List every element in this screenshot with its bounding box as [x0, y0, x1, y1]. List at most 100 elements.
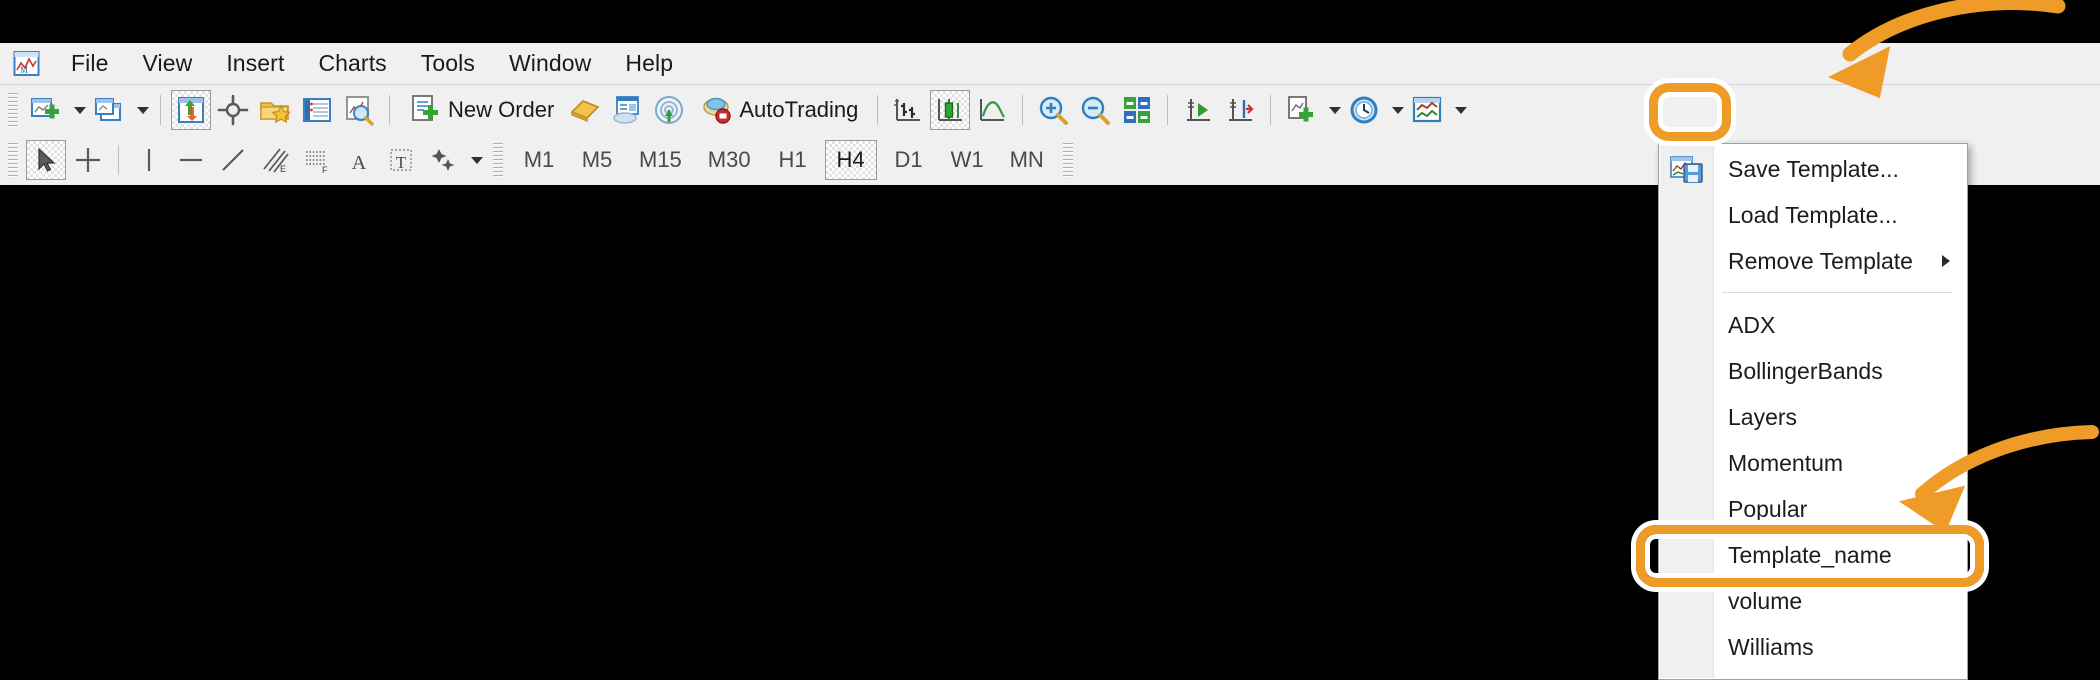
candlestick-chart-icon [934, 94, 966, 126]
new-order-icon [409, 94, 441, 126]
mql5-community-button[interactable] [607, 90, 647, 130]
profiles-button[interactable] [89, 90, 129, 130]
menu-item-momentum[interactable]: Momentum [1660, 440, 1966, 486]
menu-item-volume[interactable]: volume [1660, 578, 1966, 624]
navigator-button[interactable] [255, 90, 295, 130]
equidistant-channel-tool[interactable]: E [255, 140, 295, 180]
chevron-down-icon[interactable] [1329, 106, 1342, 114]
templates-button[interactable] [1407, 90, 1447, 130]
menu-item-label: Williams [1728, 633, 1814, 660]
menu-item-label: Popular [1728, 495, 1808, 522]
chevron-down-icon[interactable] [1392, 106, 1405, 114]
chart-shift-icon [1224, 94, 1256, 126]
horizontal-line-icon [176, 145, 206, 175]
periods-button[interactable] [1344, 90, 1384, 130]
tile-windows-icon [1121, 94, 1153, 126]
menu-insert[interactable]: Insert [209, 46, 301, 81]
timeframe-m5[interactable]: M5 [571, 140, 623, 180]
bar-chart-button[interactable] [888, 90, 928, 130]
chevron-down-icon[interactable] [471, 156, 483, 164]
timeframe-d1[interactable]: D1 [883, 140, 935, 180]
standard-toolbar: New Order AutoTrading [0, 85, 2100, 135]
horizontal-line-tool[interactable] [171, 140, 211, 180]
chevron-down-icon[interactable] [137, 106, 149, 114]
menu-item-save-template[interactable]: Save Template... [1660, 146, 1966, 192]
toolbar-separator [1167, 95, 1169, 125]
menu-item-williams[interactable]: Williams [1660, 624, 1966, 670]
crosshair-tool[interactable] [68, 140, 108, 180]
menu-bar-items: File View Insert Charts Tools Window Help [54, 46, 690, 81]
menu-item-adx[interactable]: ADX [1660, 302, 1966, 348]
terminal-button[interactable] [297, 90, 337, 130]
mql5-community-icon [611, 94, 643, 126]
cursor-tool[interactable] [26, 140, 66, 180]
data-window-button[interactable] [213, 90, 253, 130]
tile-windows-button[interactable] [1117, 90, 1157, 130]
menu-item-layers[interactable]: Layers [1660, 394, 1966, 440]
autotrading-button[interactable]: AutoTrading [691, 90, 867, 130]
toolbar-grip[interactable] [1062, 143, 1073, 177]
text-icon: A [344, 145, 374, 175]
new-chart-button[interactable] [26, 90, 66, 130]
chevron-down-icon[interactable] [1455, 106, 1468, 114]
strategy-tester-button[interactable] [339, 90, 379, 130]
fibonacci-retracement-tool[interactable]: F [297, 140, 337, 180]
tester-magnifier-icon [343, 94, 375, 126]
menu-item-remove-template[interactable]: Remove Template [1660, 238, 1966, 284]
zoom-in-icon [1037, 94, 1069, 126]
menu-item-load-template[interactable]: Load Template... [1660, 192, 1966, 238]
fibonacci-icon: F [302, 145, 332, 175]
menu-item-label: BollingerBands [1728, 357, 1883, 384]
zoom-out-button[interactable] [1075, 90, 1115, 130]
timeframe-m30[interactable]: M30 [698, 140, 761, 180]
toolbar-separator [1270, 95, 1272, 125]
timeframe-w1[interactable]: W1 [941, 140, 994, 180]
vertical-line-tool[interactable] [129, 140, 169, 180]
zoom-in-button[interactable] [1033, 90, 1073, 130]
auto-scroll-button[interactable] [1178, 90, 1218, 130]
chevron-down-icon[interactable] [74, 106, 86, 114]
menu-item-label: Save Template... [1728, 155, 1899, 182]
menu-file[interactable]: File [54, 46, 125, 81]
standard-toolbar-items: New Order AutoTrading [25, 90, 1469, 130]
line-studies-items: EFAT [25, 140, 485, 180]
submenu-arrow-icon [1942, 255, 1950, 267]
metaeditor-button[interactable] [565, 90, 605, 130]
trendline-tool[interactable] [213, 140, 253, 180]
shapes-tool[interactable] [423, 140, 463, 180]
timeframe-h1[interactable]: H1 [767, 140, 819, 180]
timeframe-m15[interactable]: M15 [629, 140, 692, 180]
market-watch-button[interactable] [171, 90, 211, 130]
new-order-button[interactable]: New Order [400, 90, 563, 130]
menu-help[interactable]: Help [608, 46, 690, 81]
toolbar-grip[interactable] [8, 93, 18, 127]
menu-item-template-name[interactable]: Template_name [1660, 532, 1966, 578]
timeframes-group: M1 M5 M15 M30 H1 H4 D1 W1 MN [510, 140, 1057, 180]
text-label-tool[interactable]: T [381, 140, 421, 180]
menu-window[interactable]: Window [492, 46, 608, 81]
metatrader-logo-icon: M [12, 50, 42, 78]
toolbar-grip[interactable] [493, 143, 503, 177]
menu-item-label: ADX [1728, 311, 1776, 338]
candlestick-chart-button[interactable] [930, 90, 971, 130]
templates-dropdown-menu[interactable]: Save Template... Load Template... Remove T… [1658, 143, 1968, 680]
menu-item-bollingerbands[interactable]: BollingerBands [1660, 348, 1966, 394]
signals-button[interactable] [649, 90, 689, 130]
menu-item-label: Load Template... [1728, 201, 1898, 228]
toolbar-separator [877, 95, 879, 125]
timeframe-m1[interactable]: M1 [513, 140, 565, 180]
menu-charts[interactable]: Charts [301, 46, 403, 81]
timeframe-mn[interactable]: MN [1000, 140, 1054, 180]
toolbar-grip[interactable] [8, 143, 18, 177]
indicators-button[interactable] [1281, 90, 1321, 130]
chart-shift-button[interactable] [1220, 90, 1260, 130]
text-tool[interactable]: A [339, 140, 379, 180]
toolbar-separator [389, 95, 390, 125]
line-chart-button[interactable] [972, 90, 1012, 130]
menu-view[interactable]: View [125, 46, 209, 81]
toolbar-separator [118, 145, 119, 175]
menu-tools[interactable]: Tools [404, 46, 492, 81]
timeframe-h4[interactable]: H4 [824, 140, 877, 180]
menu-item-popular[interactable]: Popular [1660, 486, 1966, 532]
indicators-add-icon [1285, 94, 1317, 126]
